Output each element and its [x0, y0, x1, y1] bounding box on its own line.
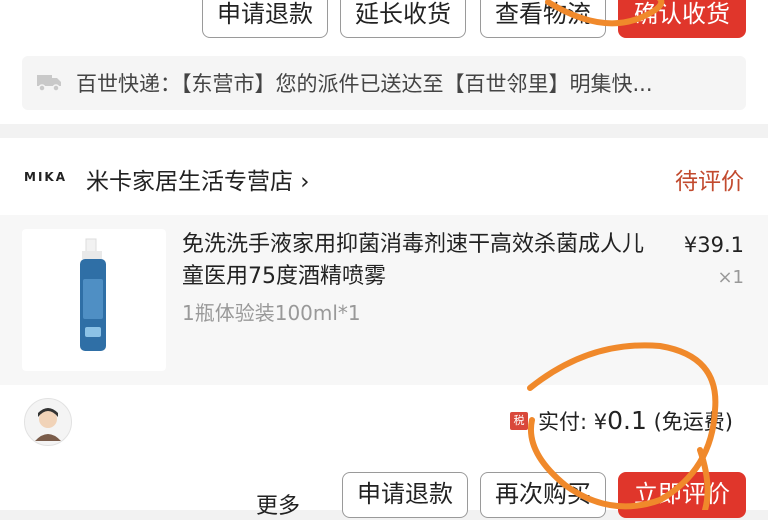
tax-badge-icon: 税: [510, 412, 528, 430]
apply-refund-button[interactable]: 申请退款: [202, 0, 328, 38]
shipping-note: (免运费): [653, 410, 733, 434]
apply-refund-button-bottom[interactable]: 申请退款: [342, 472, 468, 518]
product-title: 免洗洗手液家用抑菌消毒剂速干高效杀菌成人儿童医用75度酒精喷雾: [182, 232, 645, 289]
logistics-status-text: 百世快递：【东营市】您的派件已送达至【百世邻里】明集快...: [76, 72, 653, 96]
product-quantity: ×1: [717, 267, 744, 288]
review-now-button[interactable]: 立即评价: [618, 472, 746, 518]
paid-label: 实付: ¥: [538, 410, 608, 434]
truck-icon: [36, 72, 62, 96]
logistics-bar[interactable]: 百世快递：【东营市】您的派件已送达至【百世邻里】明集快...: [22, 56, 746, 110]
avatar[interactable]: [24, 398, 72, 446]
view-logistics-button[interactable]: 查看物流: [480, 0, 606, 38]
previous-order-card: 申请退款 延长收货 查看物流 确认收货 百世快递：【东营市】您的派件已送达至【百…: [0, 0, 768, 124]
store-logo: MIKA: [24, 170, 67, 184]
more-link[interactable]: 更多: [256, 488, 300, 520]
confirm-receipt-button[interactable]: 确认收货: [618, 0, 746, 38]
buy-again-button[interactable]: 再次购买: [480, 472, 606, 518]
product-row[interactable]: 免洗洗手液家用抑菌消毒剂速干高效杀菌成人儿童医用75度酒精喷雾 1瓶体验装100…: [0, 215, 768, 385]
product-image[interactable]: [22, 229, 166, 371]
paid-value: 0.1: [607, 406, 647, 435]
store-name-link[interactable]: 米卡家居生活专营店 ›: [86, 162, 310, 196]
product-sku: 1瓶体验装100ml*1: [182, 301, 361, 325]
extend-receipt-button[interactable]: 延长收货: [340, 0, 466, 38]
order-status: 待评价: [675, 169, 744, 195]
paid-amount: 实付: ¥0.1 (免运费): [538, 406, 733, 436]
product-price: ¥39.1: [683, 233, 744, 257]
